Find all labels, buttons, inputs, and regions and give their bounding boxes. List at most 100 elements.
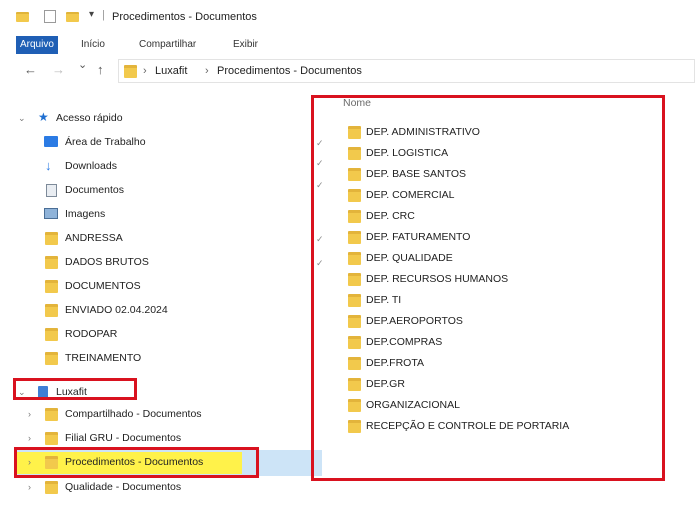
folder-icon [45,456,58,469]
tab-inicio[interactable]: Início [77,36,109,54]
sidebar-item-filial-gru[interactable]: › Filial GRU - Documentos [0,427,310,451]
chevron-right-icon[interactable]: › [28,482,31,492]
folder-icon [45,328,58,341]
pin-icon: ✓ [316,258,324,268]
sidebar-item-label: RODOPAR [65,328,118,340]
sidebar-item-compartilhado[interactable]: › Compartilhado - Documentos [0,403,310,427]
pin-icon: ✓ [316,234,324,244]
file-name: DEP. FATURAMENTO [366,231,471,243]
tab-arquivo[interactable]: Arquivo [16,36,58,54]
title-bar: ▾ | Procedimentos - Documentos [0,0,695,32]
sidebar-item-qualidade[interactable]: › Qualidade - Documentos [0,476,310,500]
sidebar-item-treinamento[interactable]: TREINAMENTO [0,347,310,371]
file-name: DEP. TI [366,294,402,306]
file-name: DEP.COMPRAS [366,336,443,348]
pin-icon: ✓ [316,158,324,168]
sidebar-item-luxafit[interactable]: ⌄ Luxafit [0,381,310,405]
folder-icon [348,294,361,307]
folder-icon [45,408,58,421]
breadcrumb-luxafit[interactable]: Luxafit [155,65,187,77]
sidebar-item-label: ENVIADO 02.04.2024 [65,304,168,316]
folder-icon [45,432,58,445]
desktop-icon [44,136,58,147]
star-icon: ★ [38,110,49,124]
folder-icon [348,399,361,412]
sidebar-item-label: DADOS BRUTOS [65,256,149,268]
breadcrumb-procedimentos[interactable]: Procedimentos - Documentos [217,65,362,77]
chevron-right-icon[interactable]: › [28,409,31,419]
file-name: DEP. LOGISTICA [366,147,449,159]
sidebar-item-label: Documentos [65,184,124,196]
chevron-down-icon[interactable]: ⌄ [18,387,26,398]
back-button[interactable]: ← [24,62,37,77]
chevron-right-icon[interactable]: › [28,433,31,443]
folder-icon [348,168,361,181]
tab-exibir[interactable]: Exibir [229,36,262,54]
folder-icon [348,252,361,265]
sidebar-item-images[interactable]: Imagens [0,203,310,227]
folder-icon [45,256,58,269]
sidebar-item-label: TREINAMENTO [65,352,142,364]
chevron-right-icon[interactable]: › [28,457,31,467]
file-name: DEP. CRC [366,210,415,222]
sidebar-item-desktop[interactable]: Área de Trabalho [0,131,310,155]
file-name: DEP.GR [366,378,405,390]
sidebar-item-dados-brutos[interactable]: DADOS BRUTOS [0,251,310,275]
file-name: DEP. BASE SANTOS [366,168,466,180]
download-icon: ↓ [45,158,52,173]
folder-icon [45,304,58,317]
address-bar[interactable]: › Luxafit › Procedimentos - Documentos [118,59,695,83]
folder-icon [45,280,58,293]
sidebar-item-documentos-folder[interactable]: DOCUMENTOS [0,275,310,299]
sidebar-item-label: Qualidade - Documentos [65,481,182,493]
folder-icon [348,273,361,286]
sidebar-item-procedimentos[interactable]: › Procedimentos - Documentos [0,451,310,475]
documents-icon [46,184,57,197]
sidebar-item-downloads[interactable]: ↓ Downloads [0,155,310,179]
file-name: DEP. COMERCIAL [366,189,455,201]
sidebar-item-documents[interactable]: Documentos [0,179,310,203]
sidebar-item-quick-access[interactable]: ⌄ ★ Acesso rápido [0,107,310,131]
building-icon [38,386,48,399]
sidebar-item-label: Downloads [65,160,117,172]
sidebar-item-label: Imagens [65,208,106,220]
new-folder-icon[interactable] [66,12,79,22]
breadcrumb-separator: › [205,65,209,77]
folder-icon [348,126,361,139]
folder-icon [348,231,361,244]
up-button[interactable]: ↑ [97,62,104,77]
sidebar-item-label: Área de Trabalho [65,136,146,148]
sidebar-item-label: DOCUMENTOS [65,280,141,292]
sidebar-item-andressa[interactable]: ANDRESSA [0,227,310,251]
recent-locations-button[interactable]: ⌄ [78,58,87,71]
column-header-name[interactable]: Nome [343,97,371,109]
sidebar-item-label: ANDRESSA [65,232,123,244]
file-name: ORGANIZACIONAL [366,399,460,411]
folder-icon [16,12,29,22]
window-title: Procedimentos - Documentos [112,11,257,23]
folder-icon [348,210,361,223]
file-name: DEP. RECURSOS HUMANOS [366,273,509,285]
forward-button[interactable]: → [52,62,65,77]
file-name: DEP.FROTA [366,357,424,369]
sidebar-item-label: Compartilhado - Documentos [65,408,202,420]
title-separator: | [102,9,105,21]
folder-icon [45,352,58,365]
folder-icon [348,336,361,349]
folder-icon [348,420,361,433]
pin-icon: ✓ [316,138,324,148]
properties-icon[interactable] [44,10,56,23]
sidebar-item-enviado[interactable]: ENVIADO 02.04.2024 [0,299,310,323]
sidebar-item-label: Acesso rápido [56,112,123,124]
file-name: DEP.AEROPORTOS [366,315,463,327]
folder-icon [45,481,58,494]
folder-icon [45,232,58,245]
file-name: DEP. ADMINISTRATIVO [366,126,480,138]
quick-access-dropdown-icon[interactable]: ▾ [89,9,94,20]
folder-icon [124,65,137,78]
chevron-down-icon[interactable]: ⌄ [18,113,26,124]
sidebar-item-rodopar[interactable]: RODOPAR [0,323,310,347]
tab-compartilhar[interactable]: Compartilhar [135,36,200,54]
sidebar-item-label: Filial GRU - Documentos [65,432,182,444]
folder-icon [348,357,361,370]
